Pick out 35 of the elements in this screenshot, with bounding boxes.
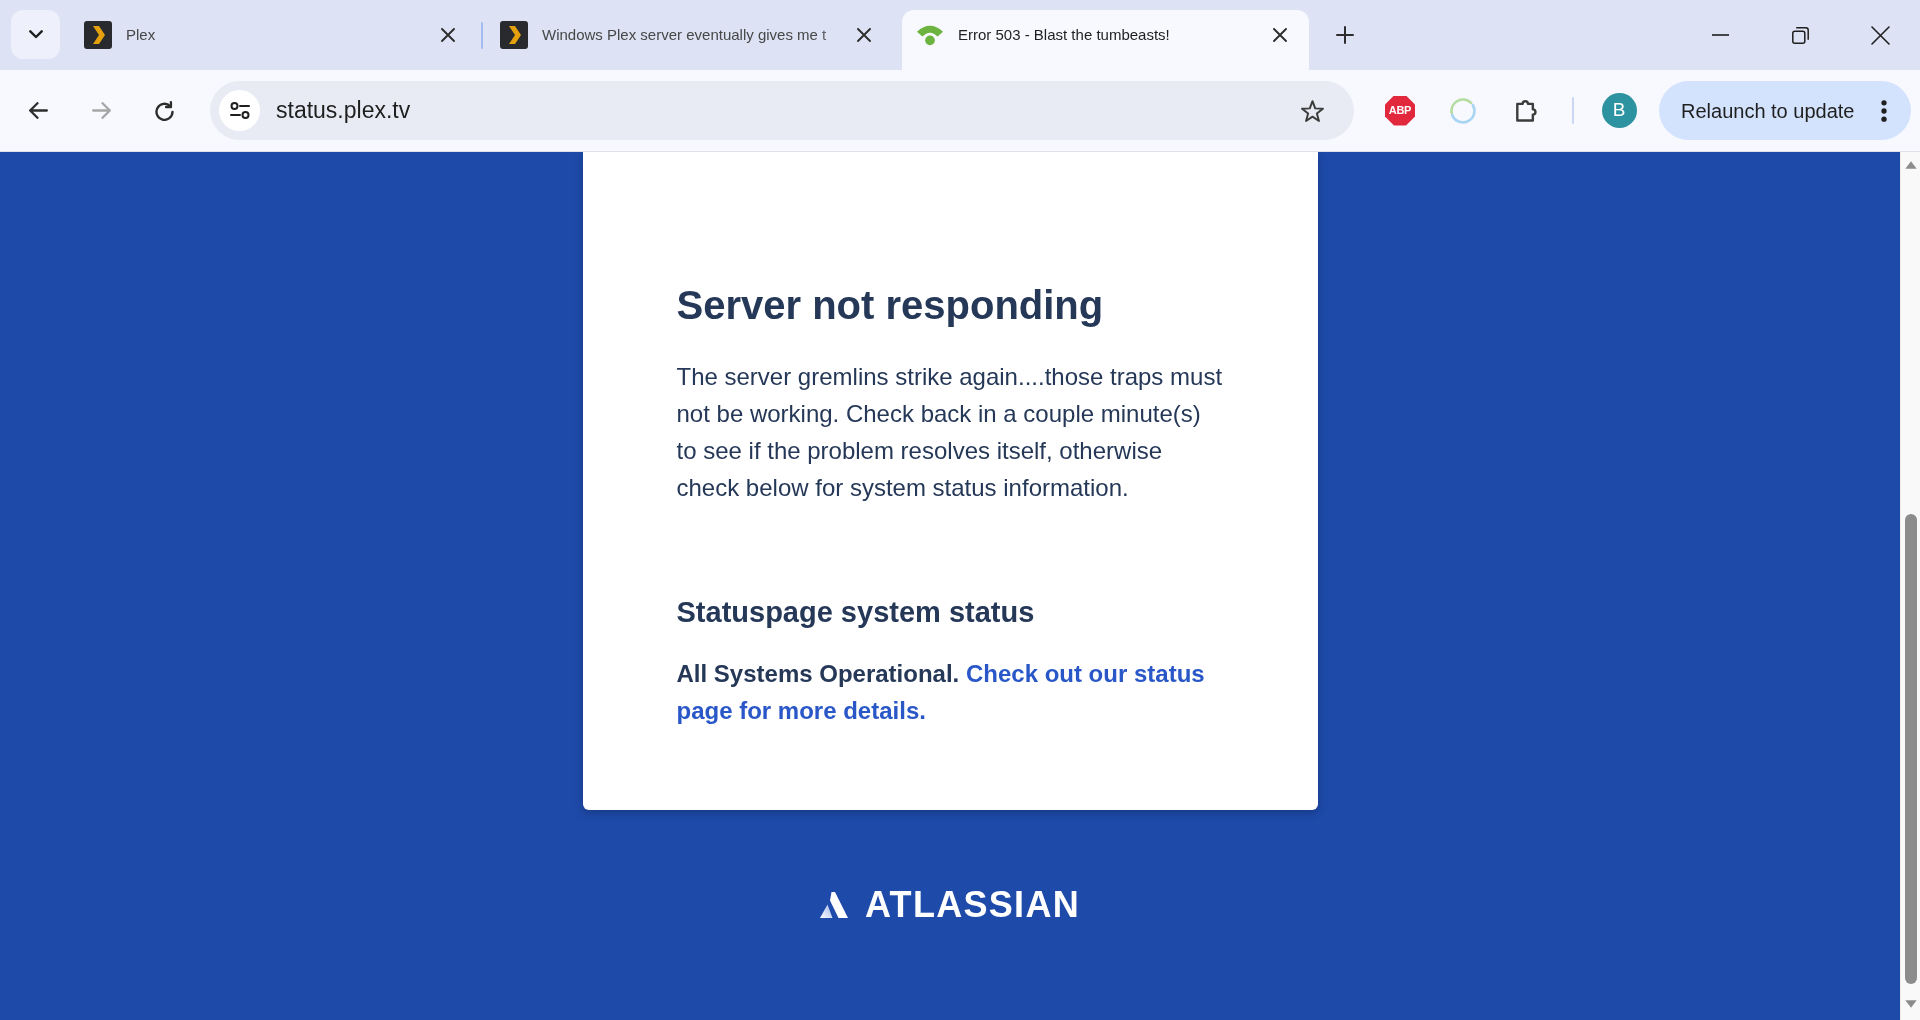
profile-avatar[interactable]: B: [1601, 93, 1637, 128]
adblock-button[interactable]: ABP: [1385, 95, 1415, 126]
relaunch-button[interactable]: Relaunch to update: [1659, 81, 1911, 140]
close-icon[interactable]: [1273, 28, 1287, 42]
scrollbar-thumb[interactable]: [1904, 514, 1917, 984]
error-title: Server not responding: [676, 282, 1104, 329]
signal-favicon-icon: [917, 24, 943, 46]
address-field[interactable]: status.plex.tv: [210, 81, 1354, 140]
scrollbar[interactable]: [1900, 152, 1920, 1020]
close-icon[interactable]: [441, 28, 455, 42]
sliders-icon: [229, 102, 250, 119]
scroll-up-icon[interactable]: [1904, 161, 1917, 169]
chevron-favicon-icon: [84, 21, 112, 49]
tab[interactable]: Windows Plex server eventually gives me t: [486, 10, 893, 70]
reload-icon[interactable]: [154, 100, 174, 121]
close-icon[interactable]: [1870, 25, 1890, 45]
star-icon[interactable]: [1300, 99, 1324, 122]
logo-wordmark: ATLASSIAN: [865, 885, 1080, 925]
site-info-button[interactable]: [219, 90, 260, 131]
chevron-favicon-icon: [500, 21, 528, 49]
scroll-down-icon[interactable]: [1904, 1000, 1917, 1008]
status-title: Statuspage system status: [676, 595, 1035, 630]
status-message: All Systems Operational. Check out our status page for more details.: [676, 659, 1206, 726]
minimize-icon[interactable]: [1711, 34, 1729, 36]
puzzle-icon[interactable]: [1515, 99, 1537, 122]
more-icon[interactable]: [1881, 99, 1887, 122]
new-tab-icon[interactable]: [1336, 26, 1354, 44]
caret-down-icon: [28, 30, 43, 39]
close-icon[interactable]: [857, 28, 871, 42]
error-message: The server gremlins strike again....those traps must not be working. Check back in a couple minute(s) to see if the problem resolves itself, otherwise check below for system status information.: [676, 362, 1224, 503]
tab[interactable]: Error 503 - Blast the tumbeasts!: [902, 10, 1309, 70]
restore-icon[interactable]: [1791, 26, 1809, 44]
triangle-logo-icon: [820, 892, 848, 918]
back-icon[interactable]: [28, 102, 48, 119]
tab[interactable]: Plex: [70, 10, 477, 70]
